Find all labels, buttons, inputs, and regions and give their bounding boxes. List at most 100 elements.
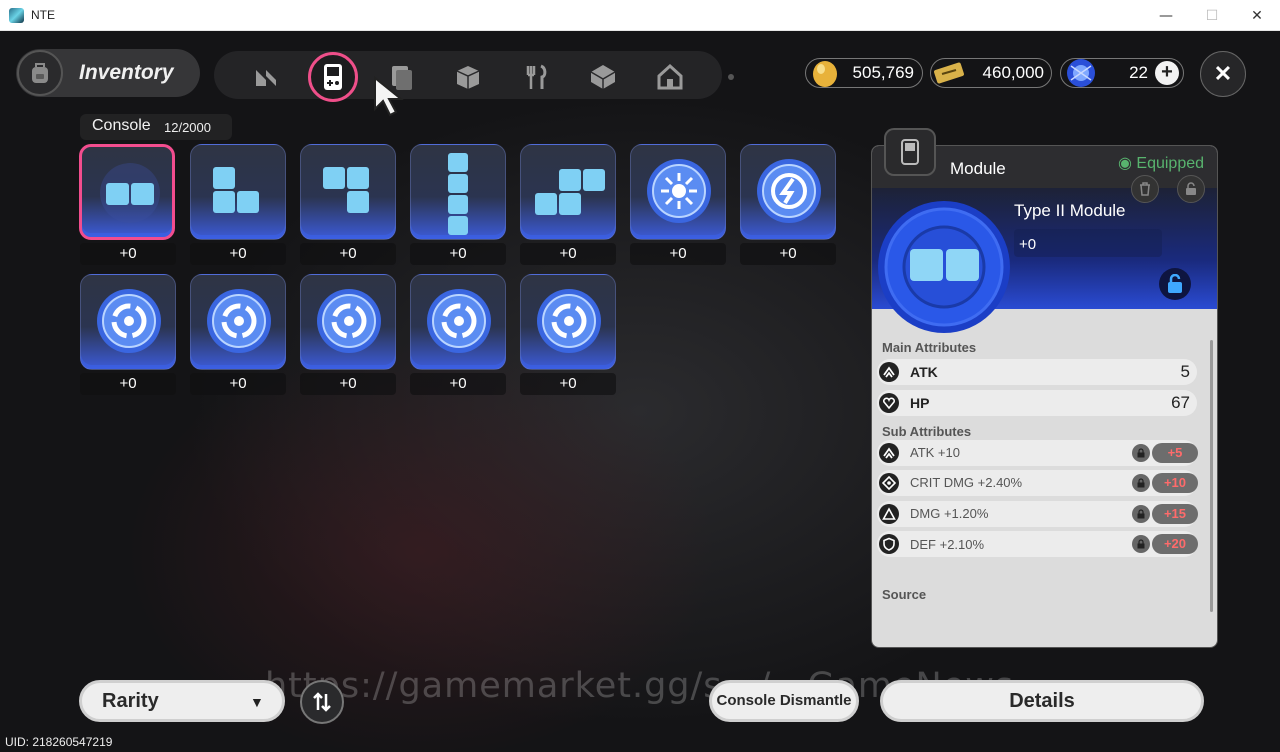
sub-roll-value: +20 [1152,534,1198,554]
sub-attributes-title: Sub Attributes [882,424,972,439]
item-module-7[interactable] [740,144,836,240]
item-level: +0 [740,243,836,265]
box-icon [456,66,480,89]
item-module-8[interactable] [80,274,176,370]
sub-lock-icon[interactable] [1132,444,1150,462]
nte-logo-icon [256,70,276,86]
maximize-button[interactable]: ☐ [1189,0,1235,31]
item-module-6[interactable] [630,144,726,240]
console-count: 12/2000 [164,120,211,135]
item-module-4[interactable] [410,144,506,240]
item-module-3[interactable] [300,144,396,240]
item-module-11[interactable] [410,274,506,370]
coin-spin-icon [427,289,491,353]
console-dismantle-button[interactable]: Console Dismantle [709,680,859,722]
coin-spin-icon [537,289,601,353]
sub-attr-name: DMG +1.20% [910,506,989,521]
item-level: +0 [300,243,396,265]
tab-box[interactable] [448,57,488,97]
source-title: Source [882,587,927,602]
game-viewport: Inventory 505,769 460,000 22 + ✕ Console [0,31,1280,752]
sub-attr-name: ATK +10 [910,445,960,460]
tab-nte[interactable] [246,57,286,97]
ticket-icon [932,56,966,90]
item-module-12[interactable] [520,274,616,370]
equipped-status: ◉ Equipped [1118,153,1204,173]
window-close-button[interactable]: ✕ [1234,0,1280,31]
item-module-10[interactable] [300,274,396,370]
sub-attr-name: CRIT DMG +2.40% [910,475,1023,490]
item-level: +0 [80,243,176,265]
gold-value: 505,769 [852,63,914,82]
coin-spin-icon [207,289,271,353]
tile-s-icon [535,169,605,215]
tile-l-icon [213,167,259,213]
item-module-9[interactable] [190,274,286,370]
item-level: +0 [80,373,176,395]
attr-value: 67 [1171,393,1190,412]
item-level: +0 [190,243,286,265]
sub-lock-icon[interactable] [1132,505,1150,523]
rarity-label: Rarity [102,690,159,712]
app-icon [9,8,24,23]
item-level: +0 [520,373,616,395]
gold-egg-icon [808,56,842,90]
item-module-1[interactable] [79,144,175,240]
tab-gift[interactable] [583,57,623,97]
sub-lock-icon[interactable] [1132,474,1150,492]
item-level: +0 [300,373,396,395]
trash-button[interactable] [1131,175,1159,203]
backpack-icon [17,50,63,96]
attr-name: HP [910,395,930,411]
add-crystal-button[interactable]: + [1155,61,1179,85]
item-level: +0 [410,243,506,265]
coin-spin-icon [97,289,161,353]
minimize-button[interactable]: — [1143,0,1189,31]
hp-icon [879,393,899,413]
gameboy-icon [324,64,342,90]
atk-icon [879,443,899,463]
module-name: Type II Module [1014,201,1126,220]
uid-label: UID: 218260547219 [5,735,113,749]
page-title: Inventory [79,61,174,84]
atk-icon [879,362,899,382]
equipped-dot-icon: ◉ [1118,155,1137,172]
ticket-value: 460,000 [982,63,1044,82]
sub-roll-value: +5 [1152,443,1198,463]
sub-roll-value: +10 [1152,473,1198,493]
panel-title: Module [950,159,1006,178]
console-label: Console [92,117,151,134]
item-level: +0 [520,243,616,265]
chevron-down-icon: ▼ [250,694,264,710]
module-level-box [1014,229,1162,257]
tab-food[interactable] [516,57,556,97]
panel-scrollbar[interactable] [1210,340,1213,612]
module-level: +0 [1019,236,1037,253]
padlock-icon [1168,274,1182,293]
def-icon [879,534,899,554]
coin-spin-icon [317,289,381,353]
main-attributes-title: Main Attributes [882,340,977,355]
lock-button[interactable] [1177,175,1205,203]
close-inventory-button[interactable]: ✕ [1200,51,1246,97]
item-module-2[interactable] [190,144,286,240]
item-module-5[interactable] [520,144,616,240]
tab-console[interactable] [308,52,358,102]
tile-2h-icon [100,163,160,223]
item-level: +0 [190,373,286,395]
details-button[interactable]: Details [880,680,1204,722]
module-tag-icon [884,128,936,176]
sub-lock-icon[interactable] [1132,535,1150,553]
sort-order-button[interactable] [300,680,344,724]
fork-knife-icon [526,64,547,89]
module-emblem-icon [878,201,1010,333]
window-titlebar: NTE — ☐ ✕ [0,0,1280,31]
home-icon [657,63,683,90]
module-lock-badge[interactable] [1159,268,1191,300]
tab-home[interactable] [650,57,690,97]
gem-box-icon [590,65,616,89]
attr-value: 5 [1180,362,1190,381]
sort-arrows-icon [313,692,331,712]
window-title: NTE [31,8,55,22]
sub-attr-name: DEF +2.10% [910,537,985,552]
